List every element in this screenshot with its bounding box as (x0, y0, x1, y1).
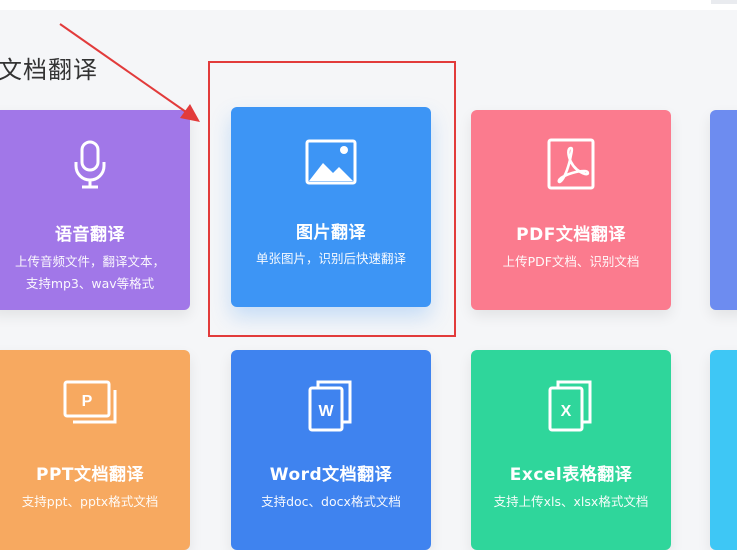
annotation-arrow (59, 23, 200, 122)
